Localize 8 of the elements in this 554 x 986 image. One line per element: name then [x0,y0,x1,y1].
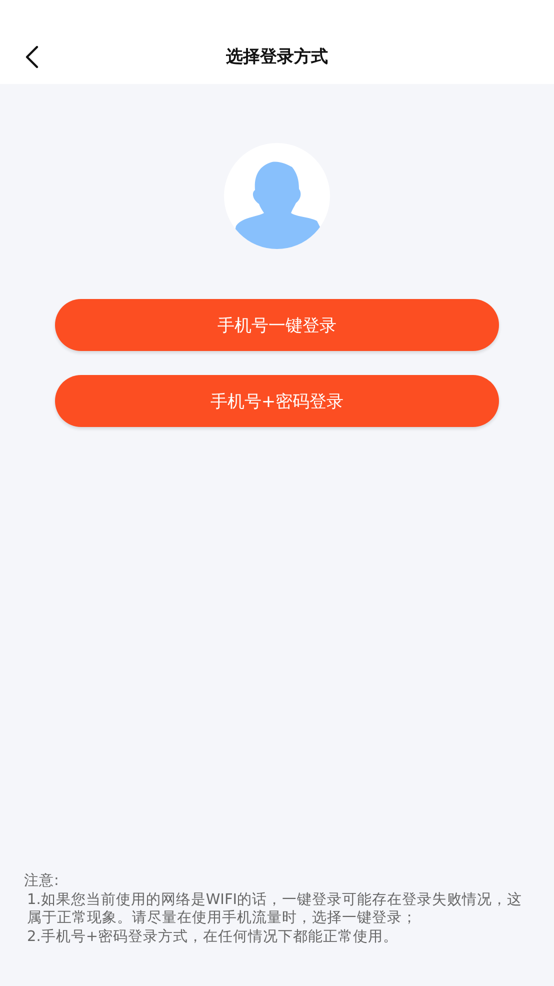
page-title: 选择登录方式 [226,46,328,68]
avatar-icon [224,143,330,249]
back-icon[interactable] [25,45,39,69]
notice-title: 注意: [24,872,60,890]
notice-text: 1.如果您当前使用的网络是WIFI的话，一键登录可能存在登录失败情况，这属于正常现象。请尽量在使用手机流量时，选择一键登录； [26,890,524,928]
notice-text: 2.手机号+密码登录方式，在任何情况下都能正常使用。 [26,928,399,946]
login-button[interactable]: 手机号+密码登录 [55,375,499,427]
login-button[interactable]: 手机号一键登录 [55,299,499,351]
